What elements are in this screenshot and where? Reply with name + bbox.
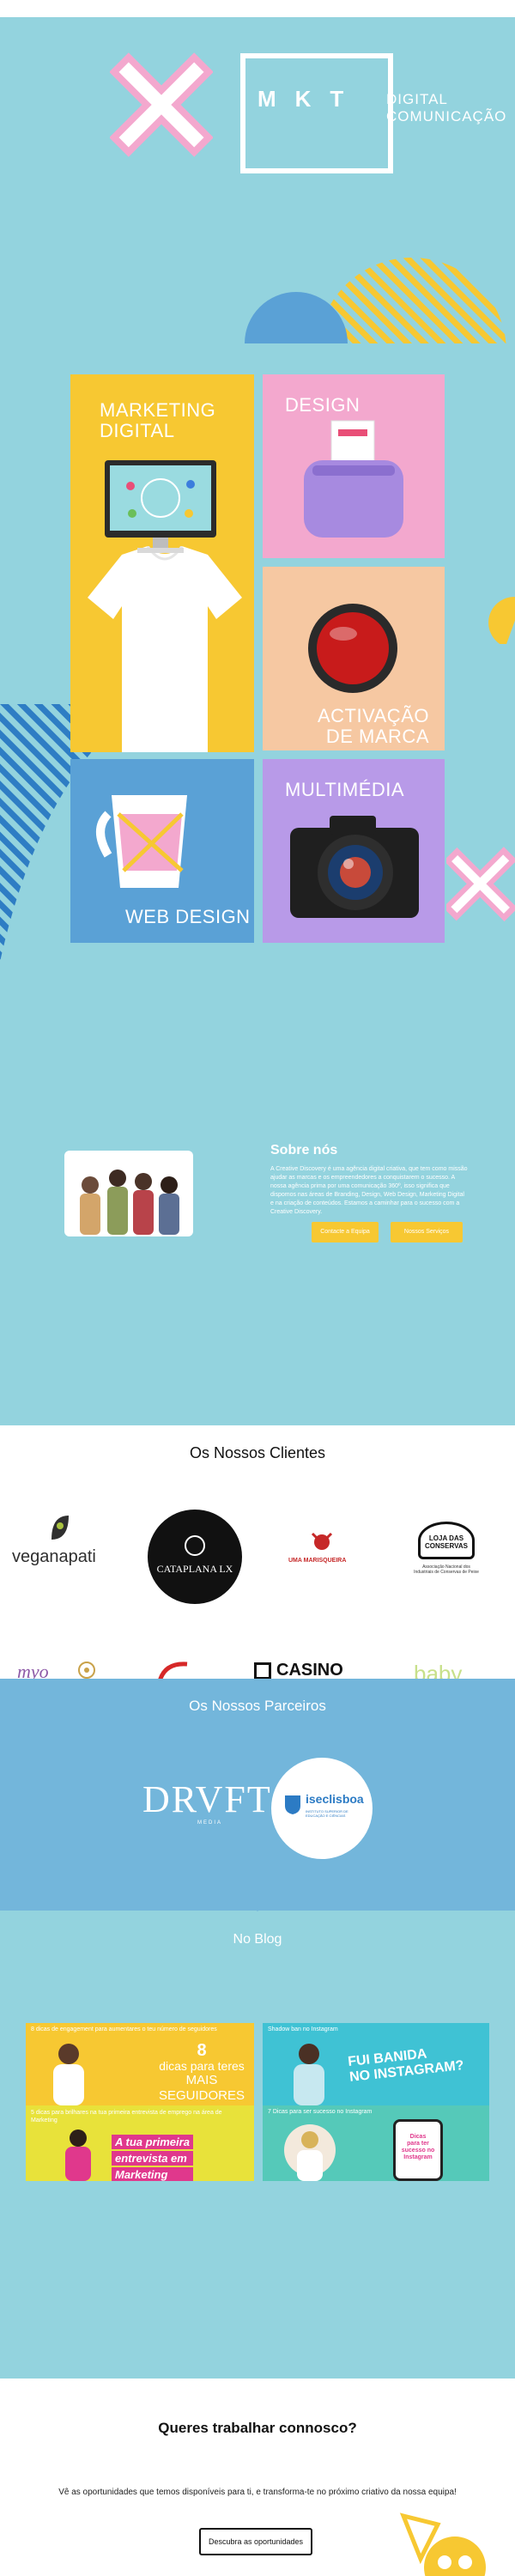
client-logo-cataplana-text: CATAPLANA LX — [156, 1563, 233, 1575]
discover-opportunities-button[interactable]: Descubra as oportunidades — [199, 2528, 312, 2555]
blog-post-1[interactable]: 8 dicas de engagement para aumentares o … — [26, 2023, 254, 2105]
section-divider-arrow — [244, 1899, 271, 1911]
team-photo — [64, 1151, 193, 1236]
contact-team-button[interactable]: Contacte a Equipa — [312, 1222, 379, 1242]
logo-frame[interactable] — [240, 53, 393, 173]
careers-title: Queres trabalhar connosco? — [158, 2420, 357, 2436]
tshirt-image — [88, 546, 242, 752]
headline-line: dicas para teres — [159, 2059, 245, 2073]
headline-line: A tua primeira — [112, 2135, 193, 2149]
monitor-graphic — [105, 460, 216, 553]
partners-title: Os Nossos Parceiros — [189, 1698, 326, 1714]
pink-x-graphic — [110, 52, 213, 157]
careers-illustration — [399, 2512, 486, 2576]
person-image — [53, 2044, 84, 2105]
logo-subtitle: DIGITAL COMUNICAÇÃO — [386, 91, 515, 125]
about-title: Sobre nós — [270, 1143, 338, 1157]
hero-section: MKT DIGITAL COMUNICAÇÃO — [0, 17, 515, 343]
client-logo-cataplana[interactable]: CATAPLANA LX — [148, 1510, 242, 1604]
service-tile-design[interactable]: DESIGN — [263, 374, 445, 558]
yellow-semicircle-shape — [488, 597, 515, 644]
careers-text: Vê as oportunidades que temos disponívei… — [58, 2488, 457, 2497]
partner-isec-text: iseclisboa — [306, 1792, 364, 1806]
pink-x-small-graphic — [446, 847, 515, 922]
partners-section: Os Nossos Parceiros DRVFT MEDIA iseclisb… — [0, 1679, 515, 1911]
service-tile-activacao[interactable]: ACTIVAÇÃO DE MARCA — [263, 567, 445, 750]
logo-mark: MKT — [258, 86, 363, 112]
service-title-marketing: MARKETING DIGITAL — [100, 400, 215, 441]
blog-post-caption: 7 Dicas para ser sucesso no Instagram — [268, 2109, 373, 2115]
service-tile-web-design[interactable]: WEB DESIGN — [70, 759, 254, 943]
headline-line: para ter — [407, 2141, 429, 2147]
clients-section: Os Nossos Clientes veganapati CATAPLANA … — [0, 1425, 515, 1679]
service-title-line: MARKETING — [100, 399, 216, 421]
service-title-web-design: WEB DESIGN — [125, 906, 251, 927]
headline-line: 8 — [197, 2041, 207, 2060]
headline-line: sucesso no Instagram — [401, 2148, 435, 2160]
logo-subtitle-line1: DIGITAL — [386, 91, 448, 107]
service-tile-marketing-digital[interactable]: MARKETING DIGITAL — [70, 374, 254, 752]
blog-post-headline: 8 dicas para teres MAIS SEGUIDORES — [154, 2042, 249, 2104]
partner-isec-sub: INSTITUTO SUPERIOR DE EDUCAÇÃO E CIÊNCIA… — [306, 1809, 348, 1818]
service-tile-multimedia[interactable]: MULTIMÉDIA — [263, 759, 445, 943]
service-title-line: ACTIVAÇÃO — [317, 705, 429, 726]
client-logo-marisqueira[interactable]: UMA MARISQUEIRA — [288, 1558, 346, 1564]
mug-image — [96, 795, 187, 888]
service-title-activacao: ACTIVAÇÃO DE MARCA — [318, 706, 429, 747]
partner-logo-isec[interactable]: iseclisboa INSTITUTO SUPERIOR DE EDUCAÇÃ… — [271, 1758, 373, 1859]
headline-line: Marketing — [112, 2167, 193, 2181]
blue-semicircle-shape — [245, 292, 348, 343]
leaf-icon — [52, 1516, 69, 1540]
top-strip — [0, 0, 515, 17]
client-logo-baby[interactable]: baby — [414, 1661, 462, 1679]
blog-post-caption: 5 dicas para brilhares na tua primeira e… — [31, 2110, 222, 2123]
toaster-image — [304, 420, 403, 538]
headline-line: entrevista em — [112, 2151, 193, 2166]
client-logo-myo[interactable]: myo — [17, 1661, 49, 1679]
blog-post-headline: FUI BANIDA NO INSTAGRAM? — [347, 2043, 464, 2086]
conservas-caption: Associação Nacional dos Industriais de C… — [414, 1564, 479, 1575]
cataplana-emblem-icon — [185, 1535, 205, 1556]
blog-post-headline: Dicas para ter sucesso no Instagram — [396, 2134, 440, 2161]
red-swoosh-icon — [158, 1662, 188, 1679]
person-image — [284, 2124, 336, 2181]
client-logo-conservas[interactable]: LOJA DAS CONSERVAS — [418, 1522, 475, 1559]
phone-graphic: Dicas para ter sucesso no Instagram — [393, 2119, 443, 2181]
headline-line: Dicas — [409, 2134, 427, 2140]
shield-icon — [285, 1795, 300, 1814]
service-title-multimedia: MULTIMÉDIA — [285, 779, 405, 800]
client-logo-veganapati[interactable]: veganapati — [12, 1547, 96, 1567]
partner-drvft-sub: MEDIA — [197, 1820, 223, 1826]
blog-post-2[interactable]: Shadow ban no Instagram FUI BANIDA NO IN… — [263, 2023, 489, 2105]
person-image — [65, 2129, 91, 2181]
client-logo-conservas-text: LOJA DAS CONSERVAS — [425, 1534, 468, 1550]
person-image — [294, 2044, 324, 2105]
clients-title: Os Nossos Clientes — [189, 1444, 326, 1461]
logo-subtitle-line2: COMUNICAÇÃO — [386, 108, 507, 125]
blog-post-3[interactable]: 5 dicas para brilhares na tua primeira e… — [26, 2105, 254, 2181]
crab-icon — [311, 1532, 333, 1550]
partner-logo-drvft[interactable]: DRVFT — [142, 1777, 272, 1821]
casino-emblem-icon — [254, 1662, 271, 1679]
service-title-line: DIGITAL — [100, 420, 175, 441]
client-logo-casino[interactable]: CASINO — [276, 1661, 343, 1679]
about-text: A Creative Discovery é uma agência digit… — [270, 1166, 468, 1215]
blog-post-4[interactable]: 7 Dicas para ser sucesso no Instagram Di… — [263, 2105, 489, 2181]
blog-post-caption: Shadow ban no Instagram — [268, 2026, 338, 2032]
camera-image — [290, 816, 419, 918]
service-title-line: DE MARCA — [325, 726, 429, 747]
red-button-image — [308, 604, 397, 693]
blog-post-caption: 8 dicas de engagement para aumentares o … — [31, 2026, 217, 2032]
blog-post-headline: A tua primeira entrevista em Marketing — [112, 2135, 193, 2181]
blog-title: No Blog — [233, 1932, 282, 1947]
flower-icon — [78, 1662, 95, 1679]
headline-line: MAIS SEGUIDORES — [158, 2073, 245, 2103]
service-title-design: DESIGN — [285, 394, 360, 416]
our-services-button[interactable]: Nossos Serviços — [391, 1222, 463, 1242]
